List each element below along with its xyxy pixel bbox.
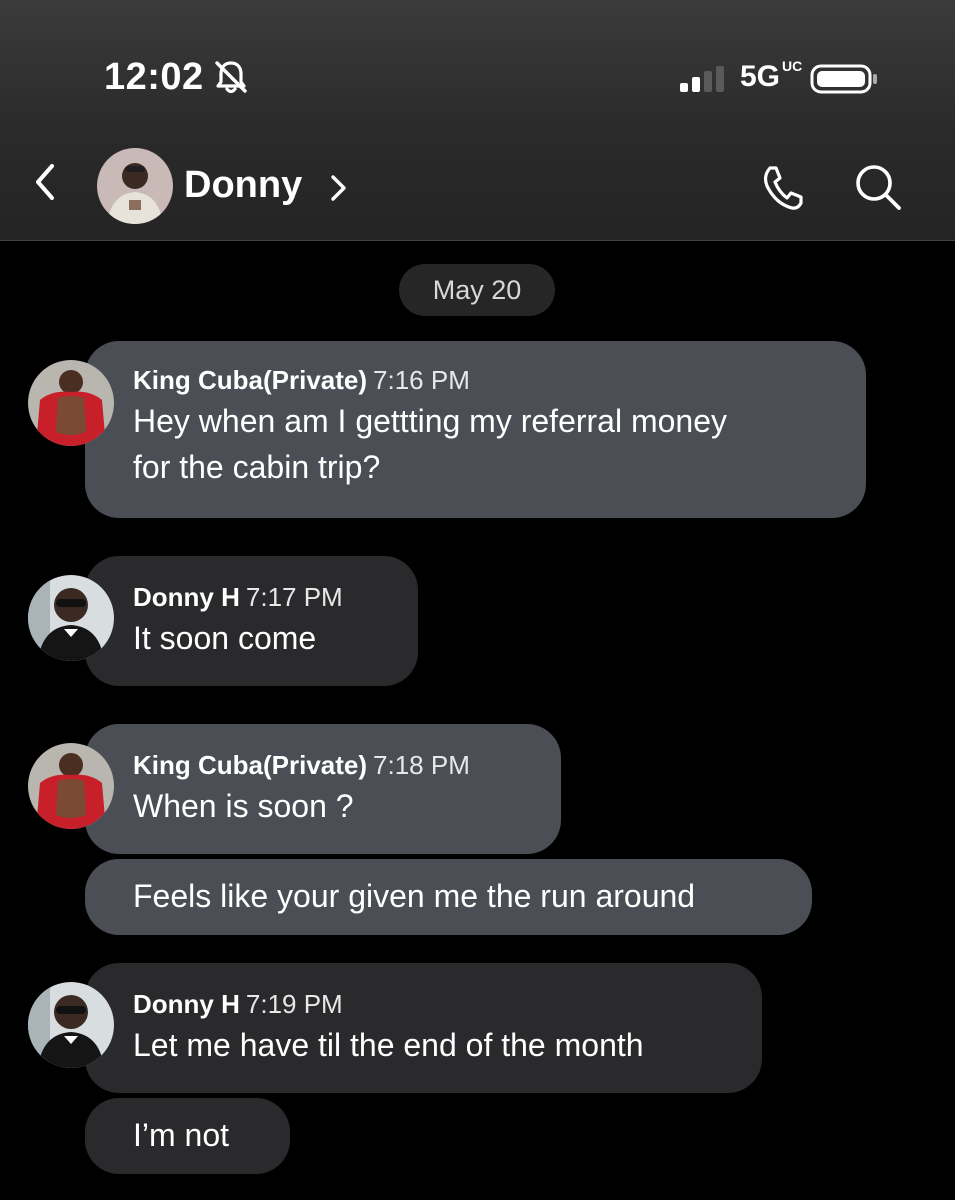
chat-header: 12:02 5G UC Donny	[0, 0, 955, 241]
message-text: for the cabin trip?	[133, 449, 381, 485]
cellular-signal-icon	[680, 66, 724, 92]
status-time: 12:02	[104, 56, 204, 98]
contact-avatar[interactable]	[97, 148, 173, 224]
sender-avatar[interactable]	[28, 982, 114, 1068]
search-icon[interactable]	[852, 162, 904, 212]
message-bubble[interactable]: Donny H 7:19 PM Let me have til the end o…	[85, 963, 762, 1093]
date-separator: May 20	[399, 264, 555, 316]
message-bubble[interactable]: I’m not	[85, 1098, 290, 1174]
network-badge: UC	[782, 58, 803, 74]
message-text: Hey when am I gettting my referral money	[133, 403, 728, 439]
message-sender: Donny H	[133, 989, 240, 1019]
message-sender: Donny H	[133, 582, 240, 612]
message-text: Let me have til the end of the month	[133, 1027, 644, 1063]
message-time: 7:19 PM	[245, 989, 343, 1019]
message-sender: King Cuba(Private)	[133, 750, 368, 780]
phone-icon[interactable]	[760, 164, 804, 212]
message-text: I’m not	[133, 1117, 230, 1153]
message-text: It soon come	[133, 620, 317, 656]
sender-avatar[interactable]	[28, 575, 114, 661]
chevron-right-icon[interactable]	[328, 172, 350, 204]
network-type: 5G UC	[740, 58, 803, 93]
bell-muted-icon	[215, 61, 247, 94]
message-sender: King Cuba(Private)	[133, 365, 368, 395]
message-bubble[interactable]: King Cuba(Private) 7:16 PM Hey when am I …	[85, 341, 866, 518]
message-bubble[interactable]: Feels like your given me the run around	[85, 859, 812, 935]
message-bubble[interactable]: King Cuba(Private) 7:18 PM When is soon ?	[85, 724, 561, 854]
contact-name[interactable]: Donny	[184, 164, 302, 207]
message-text: Feels like your given me the run around	[133, 878, 696, 914]
message-time: 7:18 PM	[373, 750, 470, 780]
battery-icon	[810, 64, 877, 94]
message-bubble[interactable]: Donny H 7:17 PM It soon come	[85, 556, 418, 686]
message-text: When is soon ?	[133, 788, 354, 824]
message-time: 7:16 PM	[373, 365, 470, 395]
back-chevron-icon[interactable]	[30, 160, 60, 204]
sender-avatar[interactable]	[28, 743, 114, 829]
message-time: 7:17 PM	[245, 582, 343, 612]
sender-avatar[interactable]	[28, 360, 114, 446]
